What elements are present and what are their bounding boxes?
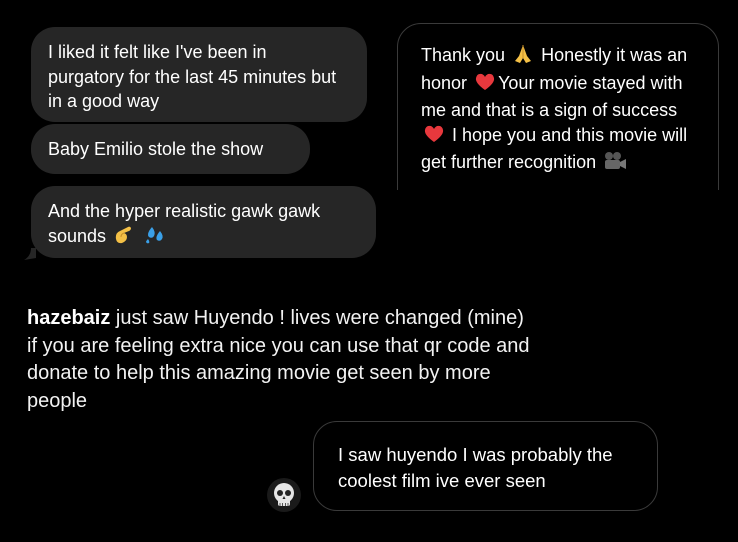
skull-avatar-icon[interactable]	[267, 478, 301, 512]
red-heart-icon	[423, 124, 445, 151]
bubble-clip-mask	[390, 190, 730, 230]
message-bubble-outgoing[interactable]: I saw huyendo I was probably the coolest…	[313, 421, 658, 511]
movie-camera-icon	[603, 151, 627, 178]
sweat-droplets-icon	[144, 225, 166, 252]
pinching-hand-icon	[113, 225, 135, 252]
post-username[interactable]: hazebaiz	[27, 307, 110, 329]
message-bubble-incoming[interactable]: I liked it felt like I've been in purgat…	[31, 27, 367, 122]
post-caption: hazebaiz just saw Huyendo ! lives were c…	[27, 305, 537, 415]
folded-hands-icon	[512, 44, 534, 71]
message-text: And the hyper realistic gawk gawk sounds	[48, 201, 321, 246]
message-bubble-incoming[interactable]: Baby Emilio stole the show	[31, 124, 310, 174]
bubble-tail-icon	[24, 248, 36, 260]
message-text: Thank you	[421, 45, 506, 65]
message-text: I hope you and this movie will get furth…	[421, 124, 688, 173]
message-bubble-incoming[interactable]: And the hyper realistic gawk gawk sounds	[31, 186, 376, 258]
message-text: Baby Emilio stole the show	[48, 139, 264, 159]
red-heart-icon	[474, 72, 496, 99]
message-text: I saw huyendo I was probably the coolest…	[338, 444, 613, 491]
message-text: I liked it felt like I've been in purgat…	[48, 42, 337, 111]
